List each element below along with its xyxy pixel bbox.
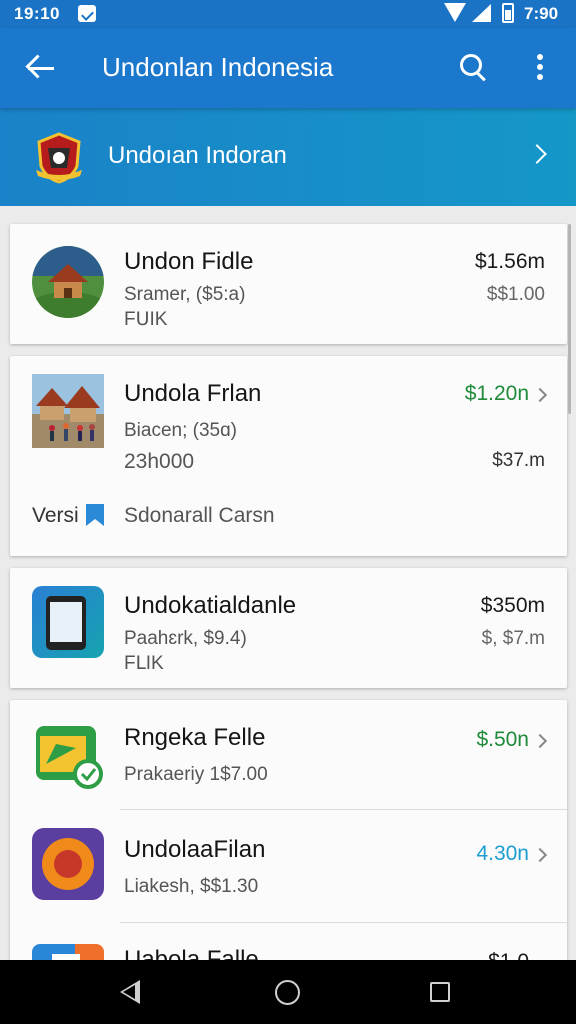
item-price: $350m: [480, 594, 545, 617]
system-nav-bar: [0, 960, 576, 1024]
chevron-right-icon[interactable]: [532, 847, 548, 863]
more-vert-icon[interactable]: [532, 52, 548, 84]
gallery-app-icon: [32, 718, 104, 790]
item-price: $1.20n: [464, 382, 529, 405]
item-price: 4.30n: [476, 842, 529, 865]
scrollbar[interactable]: [568, 224, 571, 414]
item-title[interactable]: UndolaaFilan: [124, 836, 265, 864]
notification-icon: [78, 5, 96, 22]
item-subtitle: Prakaeriy 1$7.00: [124, 764, 268, 785]
item-subtitle: Sramer, ($5:a): [124, 284, 246, 305]
item-subtitle: Liakesh, $$1.30: [124, 876, 259, 897]
phone-app-icon: [32, 586, 104, 658]
item-price-secondary: $, $7.m: [481, 628, 545, 649]
search-icon[interactable]: [456, 50, 490, 84]
bookmark-icon: [86, 504, 104, 526]
item-price: $1.56m: [474, 250, 545, 273]
grouped-list: Rngeka Felle Prakaeriy 1$7.00 $.50n Undo…: [10, 700, 567, 974]
banner-label: Undoıan Indoran: [108, 142, 287, 169]
item-price: $.50n: [476, 728, 529, 751]
status-bar: 19:10 7:90: [0, 0, 576, 28]
chevron-right-icon[interactable]: [532, 733, 548, 749]
item-subtitle-2: 23h000: [124, 450, 195, 473]
chevron-right-icon: [532, 387, 548, 403]
version-label: Versi: [32, 504, 79, 527]
list-item[interactable]: Undon Fidle Sramer, ($5:a) FՍIK $1.56m $…: [10, 224, 567, 344]
item-subtitle: Paahɛrk, $9.4): [124, 628, 247, 649]
page-title: Undonlan Indonesia: [102, 52, 334, 82]
nav-back-icon[interactable]: [120, 980, 140, 1004]
item-subtitle-2: FՍIK: [124, 309, 168, 330]
item-thumbnail: [32, 374, 104, 448]
divider: [120, 922, 567, 923]
status-time: 19:10: [14, 4, 60, 23]
item-footer-text: Sdonarall Carsn: [124, 504, 275, 527]
list-item[interactable]: Undokatialdanle Paahɛrk, $9.4) FԼIK $350…: [10, 568, 567, 688]
nav-recents-icon[interactable]: [430, 982, 450, 1002]
signal-icon: [472, 4, 491, 22]
garuda-emblem-icon: [34, 132, 84, 184]
battery-icon: [502, 3, 514, 23]
divider: [120, 809, 567, 810]
item-subtitle-2: FԼIK: [124, 653, 164, 674]
wifi-icon: [444, 3, 466, 22]
app-bar: Undonlan Indonesia: [0, 28, 576, 108]
item-price-secondary: $37.m: [492, 450, 545, 471]
item-price-secondary: $$1.00: [486, 284, 545, 305]
emblem-app-icon: [32, 828, 104, 900]
item-title: Undon Fidle: [124, 248, 254, 275]
item-title: Undola Frlan: [124, 380, 262, 407]
item-title[interactable]: Rngeka Felle: [124, 724, 265, 752]
back-arrow-icon[interactable]: [26, 52, 60, 84]
item-title: Undokatialdanle: [124, 592, 297, 619]
nav-home-icon[interactable]: [275, 980, 300, 1005]
category-banner[interactable]: Undoıan Indoran: [0, 108, 576, 206]
status-clock: 7:90: [524, 4, 559, 23]
list-item[interactable]: Undola Frlan Biacen; (35ɑ) 23h000 $1.20n…: [10, 356, 567, 556]
item-thumbnail: [32, 246, 104, 318]
chevron-right-icon: [527, 144, 547, 164]
item-subtitle: Biacen; (35ɑ): [124, 420, 238, 441]
